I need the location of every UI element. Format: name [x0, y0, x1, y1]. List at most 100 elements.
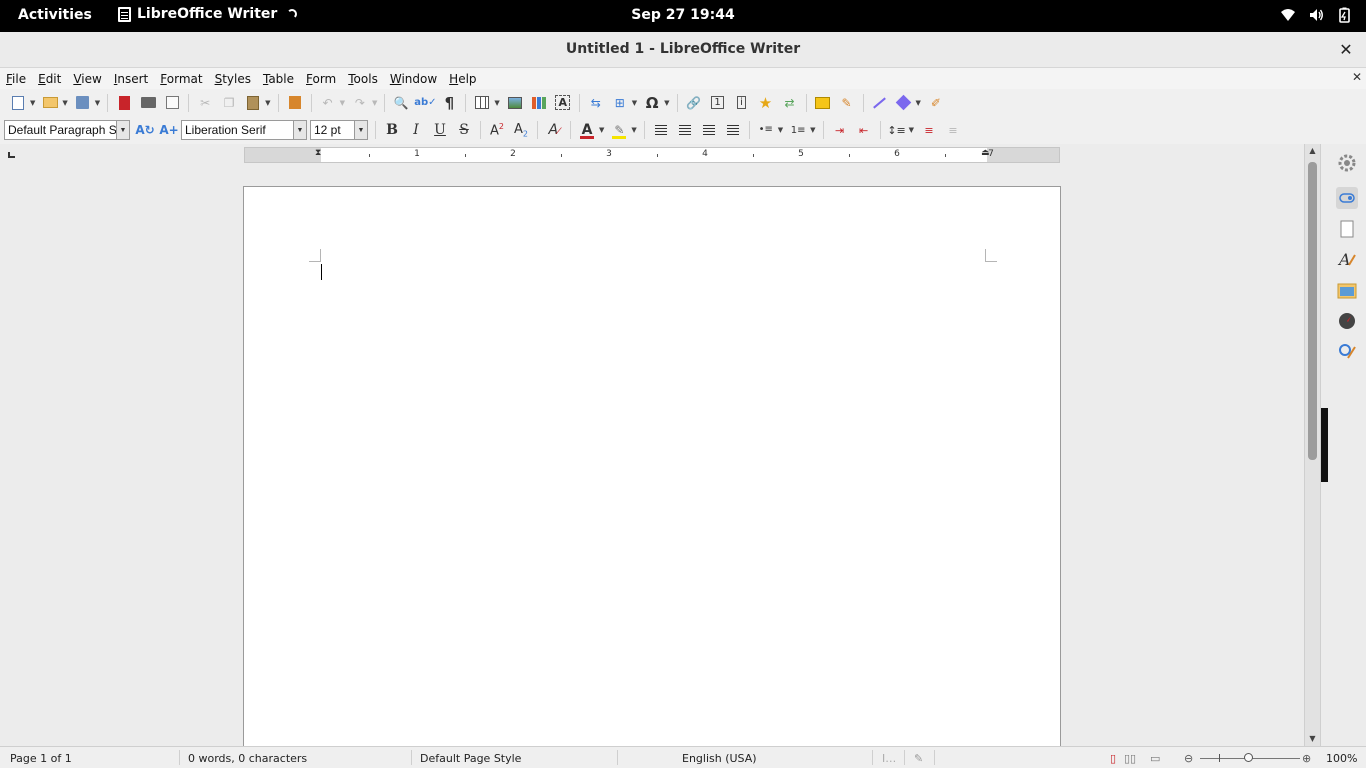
- menu-file[interactable]: File: [6, 72, 32, 86]
- highlight-color-button[interactable]: ✎: [608, 119, 630, 141]
- window-close-button[interactable]: ✕: [1336, 40, 1356, 60]
- paragraph-style-dropdown-arrow[interactable]: ▼: [116, 121, 129, 139]
- align-left-button[interactable]: [650, 119, 672, 141]
- insert-bookmark-button[interactable]: ★: [755, 92, 777, 114]
- open-dropdown-arrow[interactable]: ▼: [62, 99, 67, 107]
- clone-formatting-button[interactable]: [284, 92, 306, 114]
- decrease-indent-button[interactable]: ⇤: [853, 119, 875, 141]
- ordered-list-dropdown-arrow[interactable]: ▼: [810, 126, 815, 134]
- clear-formatting-button[interactable]: A⁄: [543, 119, 565, 141]
- redo-button[interactable]: ↷: [349, 92, 371, 114]
- find-replace-button[interactable]: 🔍: [390, 92, 412, 114]
- menu-help[interactable]: Help: [449, 72, 482, 86]
- close-document-button[interactable]: ✕: [1352, 70, 1362, 84]
- menu-styles[interactable]: Styles: [215, 72, 257, 86]
- page-style-status[interactable]: Default Page Style: [420, 752, 521, 765]
- cut-button[interactable]: ✂: [194, 92, 216, 114]
- basic-shapes-button[interactable]: [893, 92, 915, 114]
- sidebar-gallery-button[interactable]: [1336, 280, 1358, 302]
- sidebar-properties-button[interactable]: [1336, 187, 1358, 209]
- font-size-combo[interactable]: 12 pt ▼: [310, 120, 368, 140]
- menu-insert[interactable]: Insert: [114, 72, 154, 86]
- insert-table-button[interactable]: [471, 92, 493, 114]
- save-button[interactable]: [72, 92, 94, 114]
- insert-field-button[interactable]: ⊞: [609, 92, 631, 114]
- sidebar-page-button[interactable]: [1336, 218, 1358, 240]
- update-style-button[interactable]: A↻: [134, 119, 156, 141]
- spelling-button[interactable]: ab✓: [414, 92, 436, 114]
- underline-button[interactable]: U: [429, 119, 451, 141]
- highlight-dropdown-arrow[interactable]: ▼: [631, 126, 636, 134]
- zoom-slider-knob[interactable]: [1244, 753, 1253, 762]
- menu-format[interactable]: Format: [160, 72, 208, 86]
- page-count-status[interactable]: Page 1 of 1: [10, 752, 72, 765]
- font-size-dropdown-arrow[interactable]: ▼: [354, 121, 367, 139]
- subscript-button[interactable]: A2: [510, 119, 532, 141]
- insert-footnote-button[interactable]: 1: [707, 92, 729, 114]
- field-dropdown-arrow[interactable]: ▼: [632, 99, 637, 107]
- paste-dropdown-arrow[interactable]: ▼: [265, 99, 270, 107]
- align-right-button[interactable]: [698, 119, 720, 141]
- bold-button[interactable]: B: [381, 119, 403, 141]
- save-dropdown-arrow[interactable]: ▼: [95, 99, 100, 107]
- menu-form[interactable]: Form: [306, 72, 342, 86]
- font-color-dropdown-arrow[interactable]: ▼: [599, 126, 604, 134]
- insert-page-break-button[interactable]: ⇆: [585, 92, 607, 114]
- sidebar-settings-button[interactable]: [1336, 152, 1358, 174]
- activities-button[interactable]: Activities: [18, 7, 92, 23]
- sidebar-styles-button[interactable]: A: [1336, 248, 1358, 270]
- unordered-list-button[interactable]: •≡: [755, 119, 777, 141]
- justify-button[interactable]: [722, 119, 744, 141]
- sidebar-manage-changes-button[interactable]: [1336, 341, 1358, 363]
- insert-hyperlink-button[interactable]: 🔗: [683, 92, 705, 114]
- superscript-button[interactable]: A2: [486, 119, 508, 141]
- menu-view[interactable]: View: [73, 72, 107, 86]
- insert-image-button[interactable]: [504, 92, 526, 114]
- scroll-down-arrow[interactable]: ▼: [1305, 732, 1320, 746]
- book-view-icon[interactable]: ▭: [1150, 752, 1160, 765]
- font-name-combo[interactable]: Liberation Serif ▼: [181, 120, 307, 140]
- export-pdf-button[interactable]: [113, 92, 135, 114]
- track-changes-button[interactable]: ✎: [836, 92, 858, 114]
- menu-table[interactable]: Table: [263, 72, 300, 86]
- menu-tools[interactable]: Tools: [348, 72, 384, 86]
- font-name-dropdown-arrow[interactable]: ▼: [293, 121, 306, 139]
- font-color-button[interactable]: A: [576, 119, 598, 141]
- special-character-dropdown-arrow[interactable]: ▼: [664, 99, 669, 107]
- insert-special-character-button[interactable]: Ω: [641, 92, 663, 114]
- tab-stop-selector[interactable]: [8, 152, 15, 158]
- scrollbar-thumb[interactable]: [1308, 162, 1317, 460]
- system-tray[interactable]: [1280, 7, 1352, 23]
- language-status[interactable]: English (USA): [682, 752, 757, 765]
- new-document-button[interactable]: [7, 92, 29, 114]
- insert-chart-button[interactable]: [528, 92, 550, 114]
- new-dropdown-arrow[interactable]: ▼: [30, 99, 35, 107]
- strikethrough-button[interactable]: S: [453, 119, 475, 141]
- italic-button[interactable]: I: [405, 119, 427, 141]
- document-page[interactable]: [243, 186, 1061, 756]
- paragraph-style-combo[interactable]: Default Paragraph Sty ▼: [4, 120, 130, 140]
- sidebar-navigator-button[interactable]: [1336, 310, 1358, 332]
- word-count-status[interactable]: 0 words, 0 characters: [188, 752, 307, 765]
- undo-dropdown-arrow[interactable]: ▼: [340, 99, 345, 107]
- ordered-list-button[interactable]: 1≡: [787, 119, 809, 141]
- zoom-level[interactable]: 100%: [1326, 752, 1357, 765]
- zoom-in-button[interactable]: ⊕: [1302, 752, 1311, 765]
- show-draw-functions-button[interactable]: ✐: [925, 92, 947, 114]
- insert-endnote-button[interactable]: i: [731, 92, 753, 114]
- copy-button[interactable]: ❐: [218, 92, 240, 114]
- open-button[interactable]: [39, 92, 61, 114]
- insert-cross-reference-button[interactable]: ⇄: [779, 92, 801, 114]
- insert-comment-button[interactable]: [812, 92, 834, 114]
- insert-mode-status[interactable]: I…: [882, 752, 896, 765]
- print-button[interactable]: [137, 92, 159, 114]
- document-modified-icon[interactable]: ✎: [914, 752, 923, 765]
- shapes-dropdown-arrow[interactable]: ▼: [916, 99, 921, 107]
- decrease-paragraph-spacing-button[interactable]: ≡: [942, 119, 964, 141]
- menu-window[interactable]: Window: [390, 72, 443, 86]
- unordered-list-dropdown-arrow[interactable]: ▼: [778, 126, 783, 134]
- align-center-button[interactable]: [674, 119, 696, 141]
- left-indent-marker[interactable]: ⧗: [315, 148, 321, 158]
- line-spacing-button[interactable]: ↕≡: [886, 119, 908, 141]
- app-menu[interactable]: LibreOffice Writer: [118, 6, 298, 22]
